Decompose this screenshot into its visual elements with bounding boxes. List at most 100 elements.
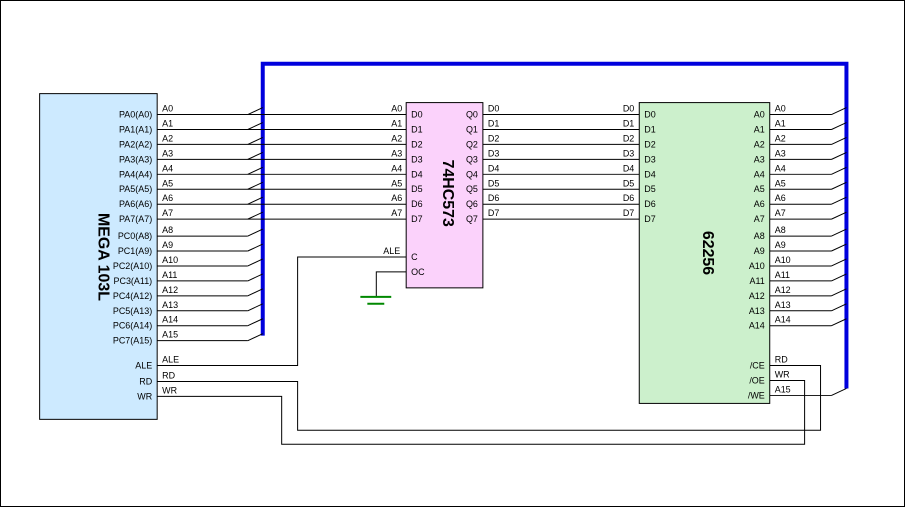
wire-label-A5: A5 xyxy=(162,178,173,188)
bus-tap xyxy=(248,229,263,236)
pin-62256-A2: A2 xyxy=(754,139,765,149)
pin-mega103l-PA1(A1): PA1(A1) xyxy=(119,124,152,134)
bus-tap xyxy=(248,319,263,326)
wire-label-A13: A13 xyxy=(775,300,791,310)
pin-62256-A0: A0 xyxy=(754,110,765,120)
wire-label-A2: A2 xyxy=(775,133,786,143)
pin-74hc573-D3: D3 xyxy=(411,154,422,164)
pin-74hc573-Q0: Q0 xyxy=(466,110,478,120)
pin-62256-A9: A9 xyxy=(754,246,765,256)
pin-62256-A7: A7 xyxy=(754,214,765,224)
pin-62256-WE: /WE xyxy=(748,390,765,400)
wire-label-A3: A3 xyxy=(162,148,173,158)
pin-74hc573-Q4: Q4 xyxy=(466,169,478,179)
pin-74hc573-Q2: Q2 xyxy=(466,139,478,149)
pin-62256-D1: D1 xyxy=(644,124,655,134)
wire-label-A7: A7 xyxy=(391,208,402,218)
wire-label-A7: A7 xyxy=(775,208,786,218)
wire-label-A9: A9 xyxy=(775,240,786,250)
wire-label-D6: D6 xyxy=(623,193,634,203)
bus-tap xyxy=(831,304,846,311)
pin-62256-A6: A6 xyxy=(754,199,765,209)
wire-label-D2: D2 xyxy=(488,133,499,143)
pin-74hc573-Q6: Q6 xyxy=(466,199,478,209)
bus-tap xyxy=(831,108,846,115)
wire-label-A14: A14 xyxy=(775,315,791,325)
bus-tap xyxy=(248,334,263,341)
bus-tap xyxy=(831,244,846,251)
bus-tap xyxy=(248,152,263,159)
wire-label-D6: D6 xyxy=(488,193,499,203)
wire-label-D7: D7 xyxy=(488,208,499,218)
pin-62256-D4: D4 xyxy=(644,169,655,179)
wire-label-A4: A4 xyxy=(162,163,173,173)
pin-mega103l-PA4(A4): PA4(A4) xyxy=(119,169,152,179)
pin-mega103l-PC1(A9): PC1(A9) xyxy=(118,246,152,256)
pin-mega103l-PC3(A11): PC3(A11) xyxy=(114,276,153,286)
pin-mega103l-ALE: ALE xyxy=(135,361,152,371)
pin-74hc573-Q5: Q5 xyxy=(466,184,478,194)
pin-62256-A10: A10 xyxy=(749,261,765,271)
bus-tap xyxy=(248,244,263,251)
pin-62256-OE: /OE xyxy=(749,375,764,385)
wire-label-A6: A6 xyxy=(391,193,402,203)
bus-tap xyxy=(831,319,846,326)
bus-tap xyxy=(248,289,263,296)
bus-tap xyxy=(831,259,846,266)
pin-74hc573-D1: D1 xyxy=(411,124,422,134)
wire-label-A3: A3 xyxy=(391,148,402,158)
pin-mega103l-PA7(A7): PA7(A7) xyxy=(119,214,152,224)
pin-74hc573-D6: D6 xyxy=(411,199,422,209)
pin-mega103l-RD: RD xyxy=(139,376,152,386)
wire-label-A10: A10 xyxy=(162,255,178,265)
chip-title-mega103l: MEGA 103L xyxy=(94,213,111,301)
pin-74hc573-Q7: Q7 xyxy=(466,214,478,224)
wire-label-A6: A6 xyxy=(775,193,786,203)
wire-label-D5: D5 xyxy=(623,178,634,188)
wire-label-D4: D4 xyxy=(623,163,634,173)
bus-tap xyxy=(831,152,846,159)
pin-mega103l-PA2(A2): PA2(A2) xyxy=(119,139,152,149)
bus-tap xyxy=(831,289,846,296)
pin-62256-A8: A8 xyxy=(754,231,765,241)
bus-tap xyxy=(248,167,263,174)
wire-oc-to-ground xyxy=(376,272,406,297)
bus-tap xyxy=(248,259,263,266)
wire-label-WR: WR xyxy=(775,370,790,380)
bus-tap xyxy=(831,197,846,204)
pin-74hc573-D2: D2 xyxy=(411,139,422,149)
pin-mega103l-PA0(A0): PA0(A0) xyxy=(119,110,152,120)
bus-tap xyxy=(831,274,846,281)
pin-74hc573-D7: D7 xyxy=(411,214,422,224)
pin-62256-A1: A1 xyxy=(754,124,765,134)
wire-label-A1: A1 xyxy=(391,119,402,129)
pin-mega103l-PC5(A13): PC5(A13) xyxy=(113,306,152,316)
pin-62256-A11: A11 xyxy=(749,276,764,286)
pin-62256-D2: D2 xyxy=(644,139,655,149)
wire-label-D1: D1 xyxy=(488,119,499,129)
wire-label-A14: A14 xyxy=(162,315,178,325)
wire-label-A0: A0 xyxy=(775,104,786,114)
wire-label-A8: A8 xyxy=(775,225,786,235)
pin-62256-A4: A4 xyxy=(754,169,765,179)
wire-label-A12: A12 xyxy=(162,285,178,295)
pin-74hc573-Q3: Q3 xyxy=(466,154,478,164)
pin-mega103l-WR: WR xyxy=(137,391,152,401)
pin-62256-A3: A3 xyxy=(754,154,765,164)
wire-label-D7: D7 xyxy=(623,208,634,218)
wire-label-D3: D3 xyxy=(488,148,499,158)
wire-label-D0: D0 xyxy=(488,104,499,114)
pin-62256-A13: A13 xyxy=(749,306,765,316)
pin-62256-D7: D7 xyxy=(644,214,655,224)
wire-label-RD: RD xyxy=(162,371,175,381)
wire-label-A6: A6 xyxy=(162,193,173,203)
bus-tap xyxy=(248,212,263,219)
pin-62256-D6: D6 xyxy=(644,199,655,209)
bus-tap xyxy=(831,388,846,395)
schematic-canvas: MEGA 103LPA0(A0)PA1(A1)PA2(A2)PA3(A3)PA4… xyxy=(0,0,905,507)
pin-mega103l-PC0(A8): PC0(A8) xyxy=(118,231,152,241)
wire-label-A5: A5 xyxy=(391,178,402,188)
wire-label-A12: A12 xyxy=(775,285,791,295)
pin-62256-D0: D0 xyxy=(644,110,655,120)
pin-62256-A14: A14 xyxy=(749,321,765,331)
